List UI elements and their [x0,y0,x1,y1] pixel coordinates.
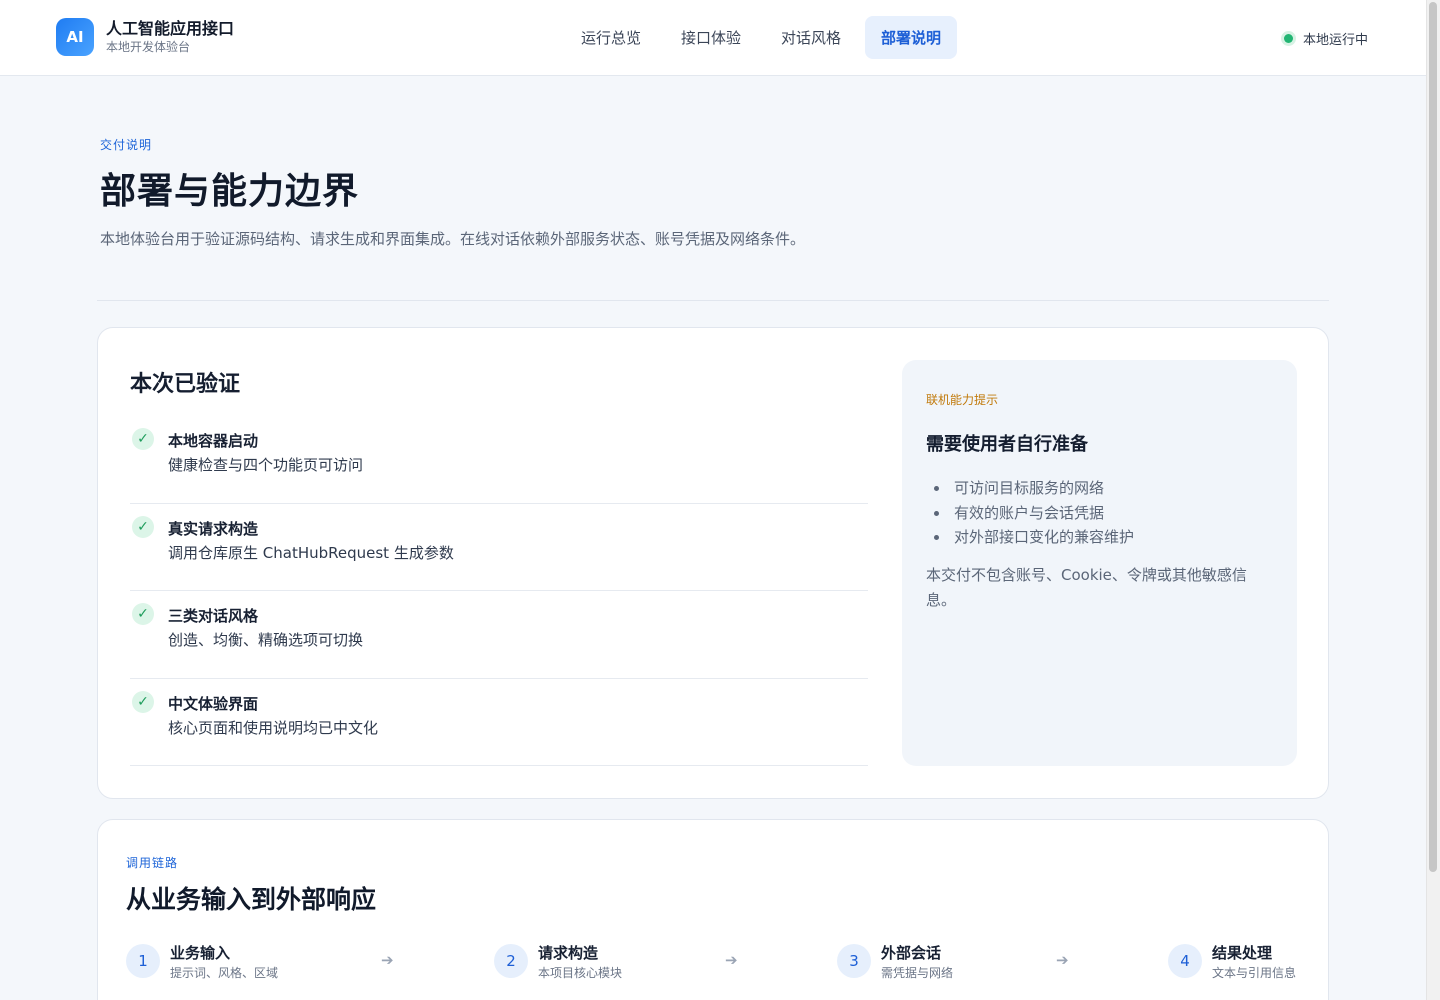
arrow-right-icon: ➔ [725,951,738,969]
step-title: 结果处理 [1212,944,1273,962]
item-description: 健康检查与四个功能页可访问 [168,456,364,474]
section-eyebrow: 调用链路 [126,856,179,870]
notice-eyebrow: 联机能力提示 [926,393,999,407]
arrow-right-icon: ➔ [381,951,394,969]
app-logo: AI [56,18,94,56]
section-divider [97,300,1329,301]
tab-api-trial[interactable]: 接口体验 [665,16,757,59]
step-description: 文本与引用信息 [1212,966,1297,980]
status-dot-icon [1284,34,1293,43]
brand[interactable]: AI 人工智能应用接口 本地开发体验台 [56,18,234,56]
check-icon: ✓ [132,515,154,538]
arrow-right-icon: ➔ [1056,951,1069,969]
scrollbar-thumb[interactable] [1429,2,1437,872]
check-icon: ✓ [132,428,154,450]
list-item: 有效的账户与会话凭据 [950,501,1134,526]
notice-note: 本交付不包含账号、Cookie、令牌或其他敏感信息。 [926,566,1247,609]
item-title: 三类对话风格 [168,607,259,625]
check-icon: ✓ [132,603,154,625]
step-description: 本项目核心模块 [538,966,623,980]
list-item: ✓ 本地容器启动 健康检查与四个功能页可访问 [130,416,868,504]
chain-step: 1 业务输入 提示词、风格、区域 [126,944,278,983]
item-title: 中文体验界面 [168,694,259,713]
step-number: 2 [494,944,528,978]
top-navigation-bar: AI 人工智能应用接口 本地开发体验台 运行总览 接口体验 对话风格 部署说明 … [0,0,1426,76]
item-description: 核心页面和使用说明均已中文化 [168,718,379,737]
step-description: 需凭据与网络 [881,966,954,980]
notice-title: 需要使用者自行准备 [926,434,1088,455]
list-item: ✓ 中文体验界面 核心页面和使用说明均已中文化 [130,679,868,766]
list-item: 对外部接口变化的兼容维护 [950,525,1134,550]
section-eyebrow: 交付说明 [100,138,153,152]
step-number: 3 [837,944,871,978]
verification-card: 本次已验证 ✓ 本地容器启动 健康检查与四个功能页可访问 ✓ 真实请求构造 调用… [97,327,1329,799]
step-description: 提示词、风格、区域 [170,966,279,980]
list-item: ✓ 真实请求构造 调用仓库原生 ChatHubRequest 生成参数 [130,504,868,591]
online-capability-notice: 联机能力提示 需要使用者自行准备 可访问目标服务的网络 有效的账户与会话凭据 对… [902,360,1297,766]
page-title: 部署与能力边界 [100,171,360,212]
list-item: ✓ 三类对话风格 创造、均衡、精确选项可切换 [130,591,868,679]
app-title: 人工智能应用接口 [106,19,235,38]
tab-deployment[interactable]: 部署说明 [865,16,958,59]
app-subtitle: 本地开发体验台 [106,40,191,54]
verified-list: ✓ 本地容器启动 健康检查与四个功能页可访问 ✓ 真实请求构造 调用仓库原生 C… [130,416,868,766]
call-chain-card: 调用链路 从业务输入到外部响应 1 业务输入 提示词、风格、区域 ➔ 2 请求构… [97,819,1329,1000]
chain-step: 3 外部会话 需凭据与网络 [837,944,953,983]
step-title: 请求构造 [538,944,599,962]
tab-overview[interactable]: 运行总览 [565,16,657,59]
chain-title: 从业务输入到外部响应 [126,885,377,914]
step-number: 1 [126,944,160,978]
page-description: 本地体验台用于验证源码结构、请求生成和界面集成。在线对话依赖外部服务状态、账号凭… [100,230,806,248]
runtime-status: 本地运行中 [1284,29,1368,48]
page-scrollbar[interactable] [1426,0,1440,1000]
verified-title: 本次已验证 [130,372,241,397]
list-item: 可访问目标服务的网络 [950,476,1134,501]
step-title: 业务输入 [170,944,231,962]
step-number: 4 [1168,944,1202,978]
chain-step: 4 结果处理 文本与引用信息 [1168,944,1296,983]
step-title: 外部会话 [881,944,942,962]
chain-step: 2 请求构造 本项目核心模块 [494,944,622,983]
status-text: 本地运行中 [1303,33,1369,48]
item-title: 真实请求构造 [168,519,259,538]
main-nav: 运行总览 接口体验 对话风格 部署说明 [565,16,958,59]
check-icon: ✓ [132,690,154,713]
requirements-list: 可访问目标服务的网络 有效的账户与会话凭据 对外部接口变化的兼容维护 [950,476,1134,550]
item-description: 创造、均衡、精确选项可切换 [168,631,364,649]
tab-conversation-style[interactable]: 对话风格 [765,16,857,59]
item-description: 调用仓库原生 ChatHubRequest 生成参数 [168,543,454,562]
brand-text: 人工智能应用接口 本地开发体验台 [106,19,234,55]
item-title: 本地容器启动 [168,432,259,450]
